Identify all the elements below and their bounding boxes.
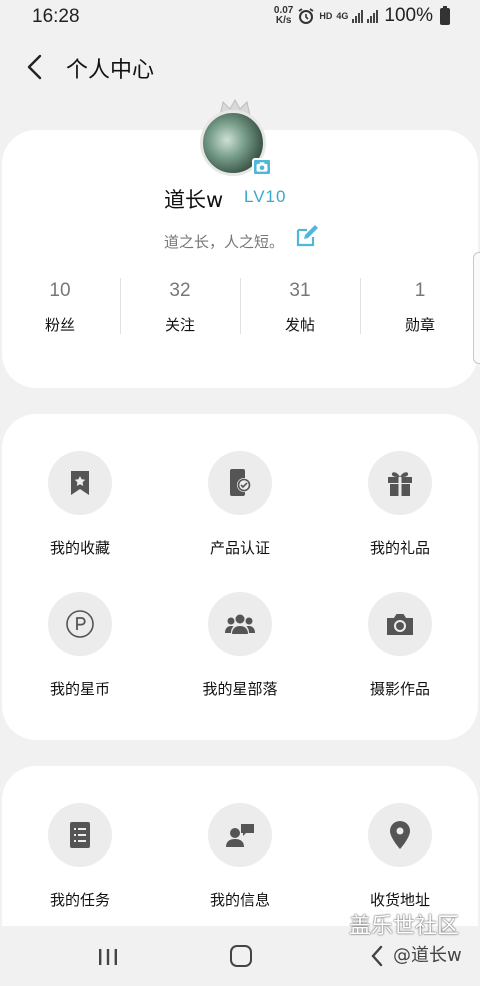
menu-label: 收货地址 bbox=[369, 891, 430, 909]
camera-badge-icon[interactable] bbox=[252, 158, 272, 176]
stat-value: 1 bbox=[414, 280, 426, 301]
back-button[interactable] bbox=[22, 52, 50, 82]
watermark-handle: @道长w bbox=[393, 945, 462, 966]
gift-icon bbox=[388, 472, 412, 496]
menu-label: 我的星币 bbox=[49, 680, 110, 698]
device-check-icon bbox=[230, 469, 251, 496]
watermark-logo: 盖乐世社区 bbox=[349, 914, 460, 939]
group-icon bbox=[225, 614, 255, 634]
alarm-icon bbox=[298, 8, 314, 24]
stat-following[interactable]: 32 关注 bbox=[120, 280, 240, 335]
menu-icon-circle bbox=[48, 803, 112, 867]
coin-p-icon bbox=[66, 610, 94, 638]
menu-label: 我的礼品 bbox=[369, 539, 430, 557]
menu-item-address[interactable]: 收货地址 bbox=[320, 803, 480, 910]
stat-value: 32 bbox=[169, 280, 191, 301]
network-speed: 0.07 K/s bbox=[274, 6, 293, 26]
menu-item-product-cert[interactable]: 产品认证 bbox=[160, 451, 320, 558]
page-header: 个人中心 bbox=[0, 44, 480, 90]
menu-icon-circle bbox=[48, 592, 112, 656]
menu-item-photography[interactable]: 摄影作品 bbox=[320, 592, 480, 699]
stat-label: 勋章 bbox=[404, 316, 435, 334]
hd-indicator: HD bbox=[319, 11, 333, 21]
stat-fans[interactable]: 10 粉丝 bbox=[0, 280, 120, 335]
menu-item-gifts[interactable]: 我的礼品 bbox=[320, 451, 480, 558]
signal-icon bbox=[352, 9, 364, 23]
stat-medals[interactable]: 1 勋章 bbox=[360, 280, 480, 335]
bookmark-star-icon bbox=[71, 471, 89, 495]
level-badge: LV10 bbox=[244, 187, 287, 206]
menu-label: 我的星部落 bbox=[202, 680, 278, 698]
nav-back-icon[interactable] bbox=[369, 944, 385, 968]
page-title: 个人中心 bbox=[66, 58, 155, 83]
recent-apps-icon[interactable] bbox=[97, 948, 119, 966]
menu-icon-circle bbox=[208, 592, 272, 656]
stat-value: 31 bbox=[289, 280, 311, 301]
menu-icon-circle bbox=[368, 451, 432, 515]
menu-item-tasks[interactable]: 我的任务 bbox=[0, 803, 160, 910]
menu-label: 我的任务 bbox=[49, 891, 110, 909]
battery-icon bbox=[440, 5, 450, 25]
status-icons: 0.07 K/s HD 4G 100% bbox=[274, 5, 450, 27]
menu-icon-circle bbox=[208, 803, 272, 867]
nickname: 道长w bbox=[164, 188, 224, 212]
menu-icon-circle bbox=[208, 451, 272, 515]
avatar[interactable] bbox=[197, 98, 273, 178]
camera-icon bbox=[387, 614, 413, 635]
menu-item-coins[interactable]: 我的星币 bbox=[0, 592, 160, 699]
stat-label: 发帖 bbox=[284, 316, 315, 334]
scroll-indicator[interactable] bbox=[473, 252, 480, 364]
menu-icon-circle bbox=[48, 451, 112, 515]
menu-label: 我的收藏 bbox=[49, 539, 110, 557]
signature: 道之长，人之短。 bbox=[164, 233, 285, 251]
menu-item-messages[interactable]: 我的信息 bbox=[160, 803, 320, 910]
network-type: 4G bbox=[336, 11, 349, 21]
home-button[interactable] bbox=[230, 945, 252, 967]
menu-item-favorites[interactable]: 我的收藏 bbox=[0, 451, 160, 558]
task-list-icon bbox=[70, 822, 90, 848]
network-speed-unit: K/s bbox=[275, 15, 292, 26]
signal-icon-2 bbox=[367, 9, 379, 23]
edit-signature-icon[interactable] bbox=[295, 224, 319, 248]
message-user-icon bbox=[226, 824, 254, 847]
menu-label: 产品认证 bbox=[209, 539, 270, 557]
menu-item-tribe[interactable]: 我的星部落 bbox=[160, 592, 320, 699]
location-pin-icon bbox=[390, 821, 410, 849]
menu-label: 摄影作品 bbox=[369, 680, 430, 698]
stat-label: 粉丝 bbox=[44, 316, 75, 334]
menu-icon-circle bbox=[368, 803, 432, 867]
menu-label: 我的信息 bbox=[209, 891, 270, 909]
menu-icon-circle bbox=[368, 592, 432, 656]
stat-value: 10 bbox=[49, 280, 71, 301]
stat-label: 关注 bbox=[164, 316, 195, 334]
battery-percent: 100% bbox=[384, 5, 433, 26]
status-bar: 16:28 0.07 K/s HD 4G 100% bbox=[0, 0, 480, 34]
stat-posts[interactable]: 31 发帖 bbox=[240, 280, 360, 335]
status-time: 16:28 bbox=[32, 6, 80, 27]
